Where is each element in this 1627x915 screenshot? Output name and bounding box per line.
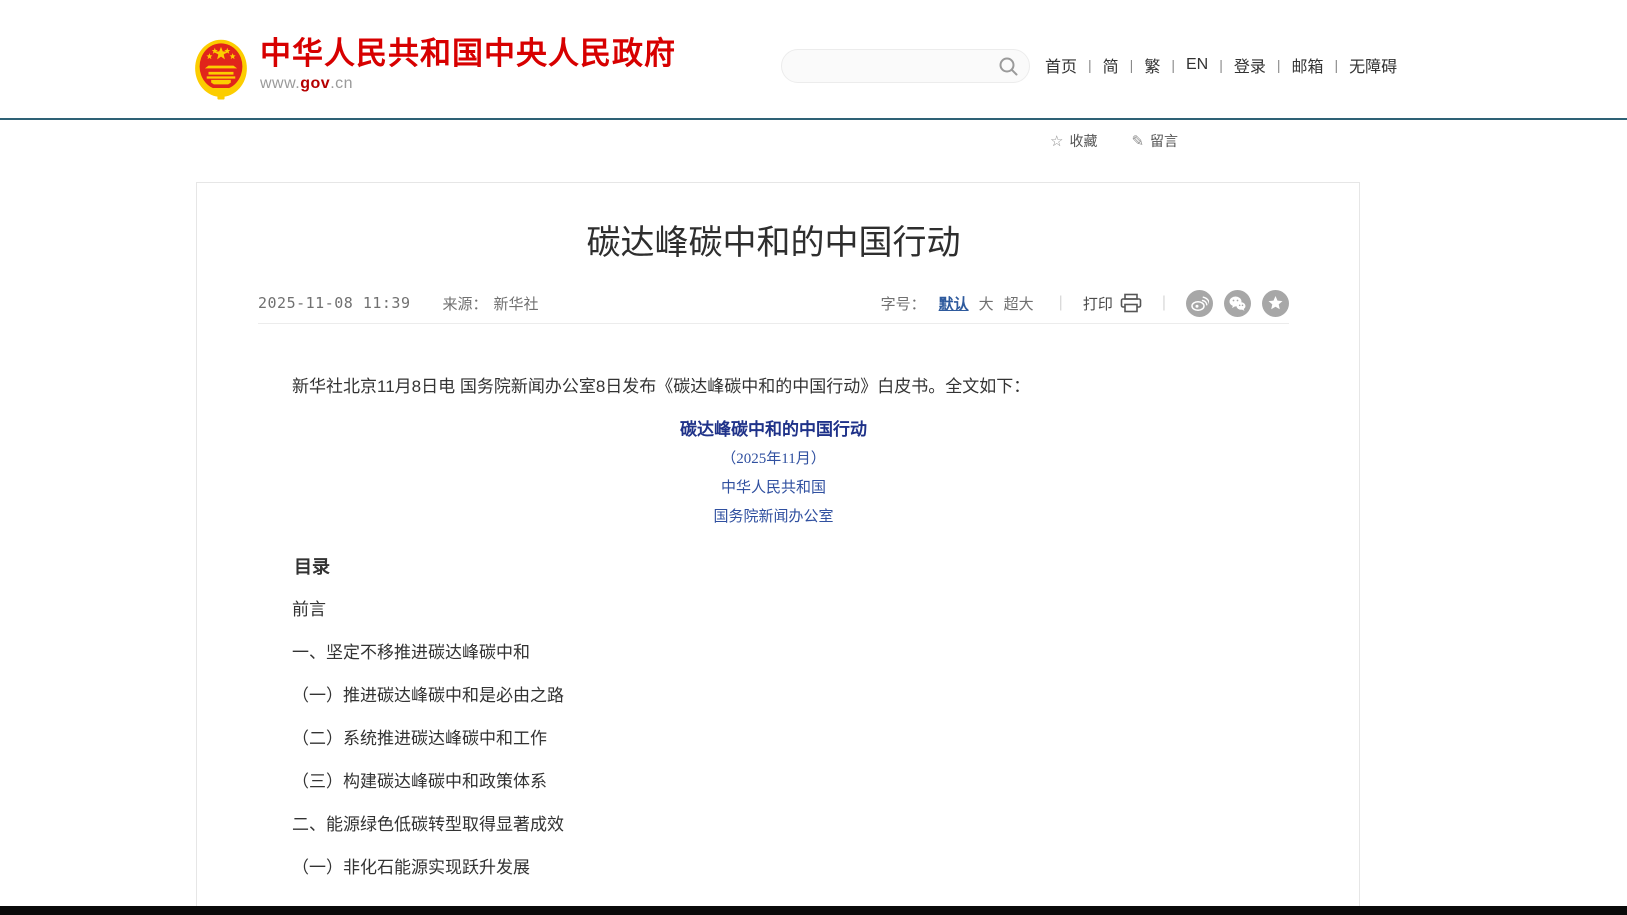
share-wechat-button[interactable]	[1224, 290, 1251, 317]
favorite-button[interactable]: ☆ 收藏	[1050, 131, 1097, 151]
document-title: 碳达峰碳中和的中国行动	[258, 417, 1289, 443]
comment-button[interactable]: ✎ 留言	[1131, 131, 1178, 151]
printer-icon	[1120, 293, 1142, 313]
share-more-button[interactable]	[1262, 290, 1289, 317]
star-outline-icon: ☆	[1050, 132, 1063, 150]
font-size-default[interactable]: 默认	[939, 293, 969, 314]
nav-link-1[interactable]: 简	[1092, 53, 1130, 77]
document-org-line1: 中华人民共和国	[258, 475, 1289, 501]
share-weibo-button[interactable]	[1186, 290, 1213, 317]
search-icon[interactable]	[998, 56, 1019, 77]
publish-date: 2025-11-08 11:39	[258, 294, 411, 312]
toc-item-4: （三）构建碳达峰碳中和政策体系	[258, 769, 1289, 795]
meta-right: 字号： 默认 大 超大 | 打印 |	[881, 290, 1289, 317]
weibo-icon	[1190, 294, 1209, 313]
wechat-icon	[1228, 294, 1247, 313]
comment-label: 留言	[1150, 131, 1178, 151]
nav-link-2[interactable]: 繁	[1133, 53, 1171, 77]
site-brand[interactable]: 中华人民共和国中央人民政府 www.gov.cn	[194, 36, 676, 104]
meta-left: 2025-11-08 11:39 来源： 新华社	[258, 293, 539, 314]
print-label: 打印	[1083, 293, 1113, 314]
nav-link-6[interactable]: 无障碍	[1338, 53, 1408, 77]
nav-link-0[interactable]: 首页	[1045, 53, 1088, 77]
star-icon	[1267, 295, 1284, 312]
toc-item-2: （一）推进碳达峰碳中和是必由之路	[258, 683, 1289, 709]
share-group	[1186, 290, 1289, 317]
intro-paragraph: 新华社北京11月8日电 国务院新闻办公室8日发布《碳达峰碳中和的中国行动》白皮书…	[258, 374, 1289, 400]
toc-item-3: （二）系统推进碳达峰碳中和工作	[258, 726, 1289, 752]
article-actions: ☆ 收藏 ✎ 留言	[1050, 131, 1178, 151]
search-input[interactable]	[798, 50, 993, 82]
source-value[interactable]: 新华社	[494, 293, 539, 314]
font-size-large[interactable]: 大	[979, 293, 994, 314]
nav-link-3[interactable]: EN	[1175, 56, 1219, 74]
site-title: 中华人民共和国中央人民政府	[260, 36, 676, 72]
divider: |	[1059, 294, 1063, 312]
document-org-line2: 国务院新闻办公室	[258, 504, 1289, 530]
font-size-xlarge[interactable]: 超大	[1004, 293, 1034, 314]
favorite-label: 收藏	[1069, 131, 1097, 151]
toc-item-5: 二、能源绿色低碳转型取得显著成效	[258, 812, 1289, 838]
divider: |	[1162, 294, 1166, 312]
nav-link-5[interactable]: 邮箱	[1281, 53, 1335, 77]
nav-link-4[interactable]: 登录	[1223, 53, 1277, 77]
top-nav: 首页|简|繁|EN|登录|邮箱|无障碍	[1045, 53, 1408, 77]
article-body: 新华社北京11月8日电 国务院新闻办公室8日发布《碳达峰碳中和的中国行动》白皮书…	[258, 324, 1289, 881]
document-date: （2025年11月）	[258, 446, 1289, 472]
site-header: 中华人民共和国中央人民政府 www.gov.cn 首页|简|繁|EN|登录|邮箱…	[0, 0, 1627, 120]
site-url: www.gov.cn	[260, 75, 676, 93]
article-card: 碳达峰碳中和的中国行动 2025-11-08 11:39 来源： 新华社 字号：…	[196, 182, 1360, 915]
toc-list: 前言一、坚定不移推进碳达峰碳中和 （一）推进碳达峰碳中和是必由之路 （二）系统推进碳…	[258, 597, 1289, 881]
toc-item-1: 一、坚定不移推进碳达峰碳中和	[258, 640, 1289, 666]
brand-text: 中华人民共和国中央人民政府 www.gov.cn	[260, 36, 676, 93]
pencil-icon: ✎	[1131, 132, 1144, 150]
source-label: 来源：	[443, 293, 488, 314]
print-button[interactable]: 打印	[1083, 293, 1142, 314]
toc-heading: 目录	[258, 554, 1289, 580]
search-box[interactable]	[781, 49, 1030, 83]
page-title: 碳达峰碳中和的中国行动	[258, 223, 1289, 263]
bottom-edge-bar	[0, 906, 1627, 915]
font-size-label: 字号：	[881, 293, 926, 314]
national-emblem-logo	[194, 38, 248, 104]
toc-item-0: 前言	[258, 597, 1289, 623]
article-meta-row: 2025-11-08 11:39 来源： 新华社 字号： 默认 大 超大 | 打…	[258, 298, 1289, 324]
toc-item-6: （一）非化石能源实现跃升发展	[258, 855, 1289, 881]
